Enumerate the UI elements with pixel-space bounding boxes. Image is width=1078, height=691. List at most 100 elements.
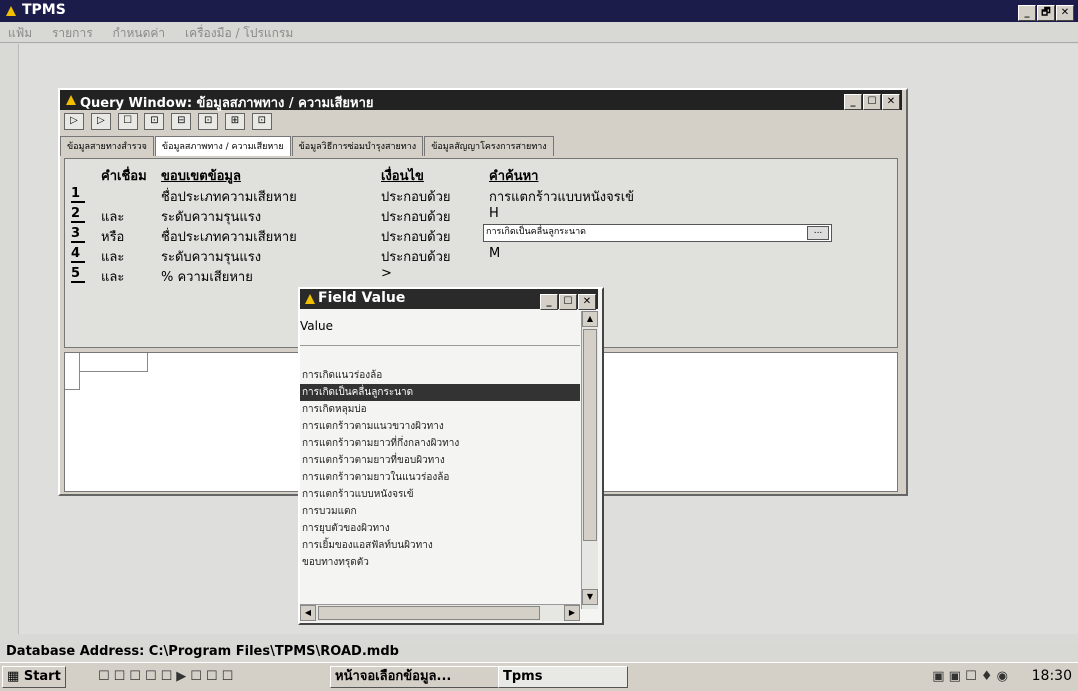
app-caption-buttons: _ 🗗 ✕ xyxy=(1017,3,1074,21)
query-minimize-button[interactable]: _ xyxy=(844,94,862,110)
save-query-icon[interactable]: ⊟ xyxy=(171,113,192,130)
query-maximize-button[interactable]: ☐ xyxy=(863,94,881,110)
system-tray-icons[interactable]: ▣ ▣ ☐ ♦ ◉ xyxy=(932,669,1008,684)
field-value-minimize-button[interactable]: _ xyxy=(540,294,558,310)
list-item[interactable]: การแตกร้าวตามยาวที่กึ่งกลางผิวทาง xyxy=(300,435,580,452)
menu-file[interactable]: แฟ้ม xyxy=(0,22,40,45)
report-icon[interactable]: ⊡ xyxy=(251,113,272,130)
row-conjunction[interactable]: และ xyxy=(101,266,124,287)
vertical-scroll-thumb[interactable] xyxy=(583,329,597,541)
list-item[interactable]: การแตกร้าวแบบหนังจรเข้ xyxy=(300,486,580,503)
tab-road-condition[interactable]: ข้อมูลสภาพทาง / ความเสียหาย xyxy=(154,136,291,156)
field-value-list[interactable]: การเกิดแนวร่องล้อ การเกิดเป็นคลื่นลูกระน… xyxy=(300,367,580,571)
field-value-title: Field Value xyxy=(318,290,406,306)
list-item[interactable]: การเกิดแนวร่องล้อ xyxy=(300,367,580,384)
row-condition[interactable]: ประกอบด้วย xyxy=(381,226,451,247)
run-next-icon[interactable]: ▷ xyxy=(90,113,111,130)
row-conjunction[interactable]: และ xyxy=(101,246,124,267)
row-value-input[interactable]: การเกิดเป็นคลื่นลูกระนาด ... xyxy=(483,224,832,242)
scroll-down-arrow-icon[interactable]: ▼ xyxy=(582,589,598,605)
menu-bar: แฟ้ม รายการ กำหนดค่า เครื่องมือ / โปรแกร… xyxy=(0,22,1078,43)
row-value[interactable]: H xyxy=(489,206,499,221)
field-value-column-header: Value xyxy=(300,319,580,346)
taskbar-task-query[interactable]: หน้าจอเลือกข้อมูล... xyxy=(330,666,500,688)
start-label: Start xyxy=(23,669,61,684)
row-value-input-text: การเกิดเป็นคลื่นลูกระนาด xyxy=(486,227,587,237)
row-field[interactable]: % ความเสียหาย xyxy=(161,266,253,287)
run-query-icon[interactable]: ▷ xyxy=(64,113,84,130)
query-window-title-bar: Query Window: ข้อมูลสภาพทาง / ความเสียหา… xyxy=(60,90,902,111)
menu-settings[interactable]: กำหนดค่า xyxy=(104,22,173,45)
header-condition: เงื่อนไข xyxy=(381,169,424,184)
field-value-close-button[interactable]: ✕ xyxy=(578,294,596,310)
scroll-right-arrow-icon[interactable]: ▶ xyxy=(564,605,580,621)
app-title: TPMS xyxy=(22,2,66,18)
list-item[interactable]: การแตกร้าวตามแนวขวางผิวทาง xyxy=(300,418,580,435)
app-title-bar: TPMS _ 🗗 ✕ xyxy=(0,0,1078,22)
query-window-title: Query Window: ข้อมูลสภาพทาง / ความเสียหา… xyxy=(80,96,374,111)
list-item[interactable]: การบวมแตก xyxy=(300,503,580,520)
list-item[interactable]: การแตกร้าวตามยาวในแนวร่องล้อ xyxy=(300,469,580,486)
taskbar: ▦ Start ☐☐☐☐☐▶☐☐☐ หน้าจอเลือกข้อมูล... T… xyxy=(0,662,1078,691)
list-item[interactable]: การเยิ้มของแอสฟัลท์บนผิวทาง xyxy=(300,537,580,554)
row-value[interactable]: M xyxy=(489,246,500,261)
menu-list[interactable]: รายการ xyxy=(44,22,101,45)
taskbar-task-tpms[interactable]: Tpms xyxy=(498,666,628,688)
row-number: 5 xyxy=(71,266,85,283)
list-item[interactable]: ขอบทางทรุดตัว xyxy=(300,554,580,571)
header-search-value: คำค้นหา xyxy=(489,169,539,184)
row-condition[interactable]: ประกอบด้วย xyxy=(381,206,451,227)
row-conjunction[interactable]: และ xyxy=(101,206,124,227)
new-query-icon[interactable]: ☐ xyxy=(117,113,138,130)
field-value-icon xyxy=(303,292,317,310)
tab-maintenance-methods[interactable]: ข้อมูลวิธีการซ่อมบำรุงสายทาง xyxy=(291,136,424,156)
query-toolbar: ▷ ▷ ☐ ⊡ ⊟ ⊡ ⊞ ⊡ xyxy=(64,112,275,130)
browse-values-button[interactable]: ... xyxy=(807,226,829,240)
windows-logo-icon: ▦ xyxy=(7,669,20,684)
tab-contracts[interactable]: ข้อมูลสัญญาโครงการสายทาง xyxy=(424,136,554,156)
maximize-button[interactable]: 🗗 xyxy=(1037,5,1055,21)
horizontal-scroll-thumb[interactable] xyxy=(318,606,540,620)
row-field[interactable]: ชื่อประเภทความเสียหาย xyxy=(161,226,297,247)
row-field[interactable]: ระดับความรุนแรง xyxy=(161,206,261,227)
close-button[interactable]: ✕ xyxy=(1056,5,1074,21)
query-caption-buttons: _ ☐ ✕ xyxy=(843,93,900,110)
results-cell[interactable] xyxy=(79,353,148,372)
list-item[interactable]: การยุบตัวของผิวทาง xyxy=(300,520,580,537)
row-number: 4 xyxy=(71,246,85,263)
query-window-icon xyxy=(64,93,78,111)
query-close-button[interactable]: ✕ xyxy=(882,94,900,110)
row-field[interactable]: ระดับความรุนแรง xyxy=(161,246,261,267)
minimize-button[interactable]: _ xyxy=(1018,5,1036,21)
row-condition[interactable]: ประกอบด้วย xyxy=(381,186,451,207)
clock: 18:30 xyxy=(1031,668,1072,684)
field-value-window: Field Value _ ☐ ✕ Value การเกิดแนวร่องล้อ … xyxy=(298,287,604,625)
query-tab-strip: ข้อมูลสายทางสำรวจ ข้อมูลสภาพทาง / ความเสี… xyxy=(60,136,902,156)
start-button[interactable]: ▦ Start xyxy=(2,666,66,688)
tab-survey-roads[interactable]: ข้อมูลสายทางสำรวจ xyxy=(60,136,154,156)
row-conjunction[interactable]: หรือ xyxy=(101,226,124,247)
row-condition[interactable]: > xyxy=(381,266,392,281)
open-query-icon[interactable]: ⊡ xyxy=(144,113,165,130)
menu-tools[interactable]: เครื่องมือ / โปรแกรม xyxy=(177,22,301,45)
list-item[interactable]: การเกิดหลุมบ่อ xyxy=(300,401,580,418)
header-field: ขอบเขตข้อมูล xyxy=(161,169,241,184)
list-item-selected[interactable]: การเกิดเป็นคลื่นลูกระนาด xyxy=(300,384,580,401)
row-number: 3 xyxy=(71,226,85,243)
quick-launch-icons[interactable]: ☐☐☐☐☐▶☐☐☐ xyxy=(98,669,237,684)
export-icon[interactable]: ⊡ xyxy=(198,113,219,130)
scroll-left-arrow-icon[interactable]: ◀ xyxy=(300,605,316,621)
query-task-label: หน้าจอเลือกข้อมูล... xyxy=(335,669,452,684)
field-value-title-bar: Field Value _ ☐ ✕ xyxy=(300,289,598,310)
vertical-scrollbar[interactable]: ▲ ▼ xyxy=(581,311,598,609)
field-value-maximize-button[interactable]: ☐ xyxy=(559,294,577,310)
value-header-label: Value xyxy=(300,319,333,333)
grid-icon[interactable]: ⊞ xyxy=(224,113,245,130)
row-value[interactable]: การแตกร้าวแบบหนังจรเข้ xyxy=(489,186,634,207)
app-icon xyxy=(4,4,18,18)
list-item[interactable]: การแตกร้าวตามยาวที่ขอบผิวทาง xyxy=(300,452,580,469)
row-field[interactable]: ชื่อประเภทความเสียหาย xyxy=(161,186,297,207)
horizontal-scrollbar[interactable]: ◀ ▶ xyxy=(300,604,580,621)
scroll-up-arrow-icon[interactable]: ▲ xyxy=(582,311,598,327)
row-condition[interactable]: ประกอบด้วย xyxy=(381,246,451,267)
